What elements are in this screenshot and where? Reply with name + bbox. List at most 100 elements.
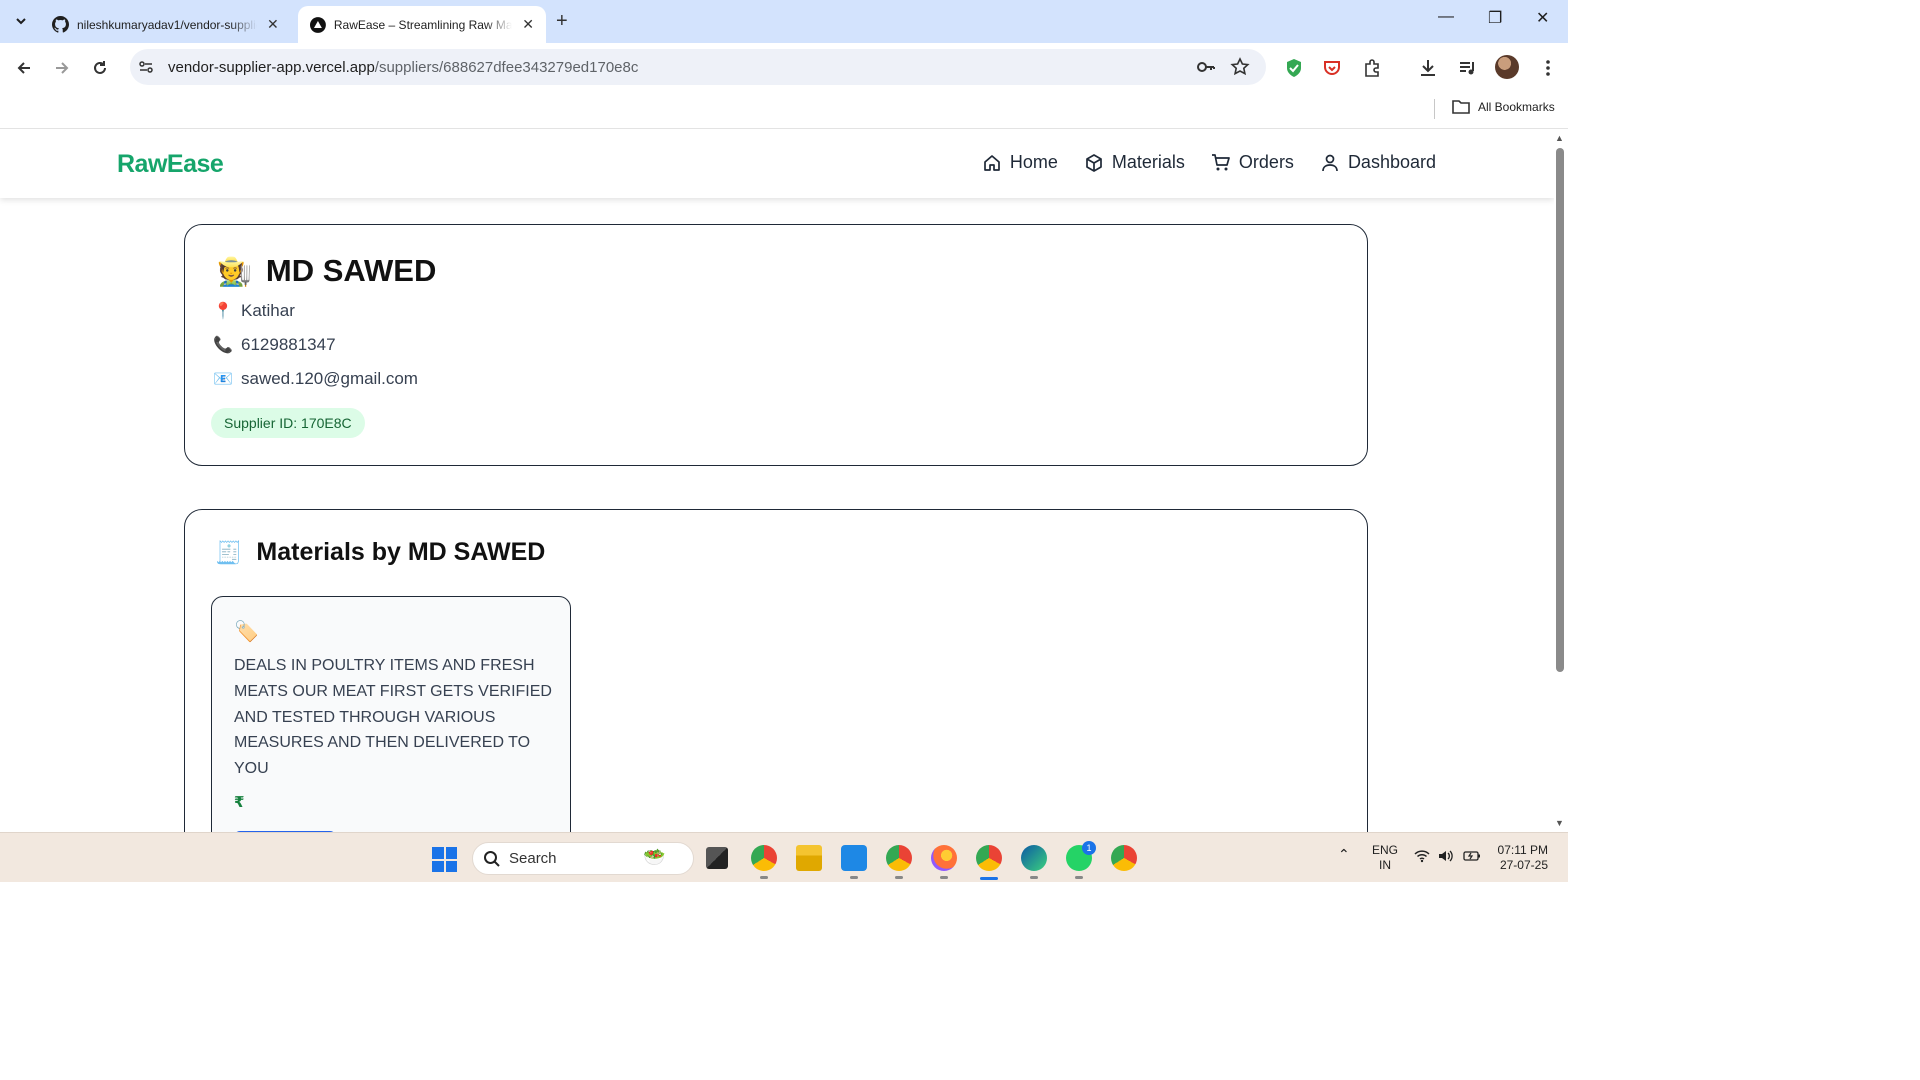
supplier-email-text: sawed.120@gmail.com bbox=[241, 369, 418, 388]
system-clock[interactable]: 07:11 PM 27-07-25 bbox=[1490, 843, 1548, 873]
reload-icon bbox=[94, 61, 106, 74]
minimize-button[interactable]: — bbox=[1438, 8, 1454, 26]
restore-button[interactable]: ❐ bbox=[1488, 8, 1502, 28]
taskbar-search[interactable]: Search 🥗 bbox=[472, 842, 694, 875]
star-icon[interactable] bbox=[1230, 57, 1250, 77]
windows-taskbar: Search 🥗 1 ⌃ ENG IN 07:11 PM 27-07-25 bbox=[0, 832, 1568, 882]
arrow-right-icon bbox=[56, 62, 69, 74]
url-path: /suppliers/688627dfee343279ed170e8c bbox=[374, 59, 639, 76]
github-icon bbox=[52, 16, 69, 33]
browser-toolbar: vendor-supplier-app.vercel.app/suppliers… bbox=[0, 43, 1568, 93]
scroll-down-arrow-icon[interactable]: ▼ bbox=[1555, 818, 1564, 828]
package-icon bbox=[1086, 153, 1102, 172]
taskbar-search-label: Search bbox=[509, 850, 557, 867]
scroll-up-arrow-icon[interactable]: ▲ bbox=[1555, 133, 1564, 143]
extensions-puzzle-icon[interactable] bbox=[1360, 56, 1384, 80]
chrome-canary-icon[interactable] bbox=[1111, 845, 1137, 871]
nav-dashboard-label: Dashboard bbox=[1347, 152, 1436, 172]
clock-time: 07:11 PM bbox=[1497, 843, 1548, 857]
active-app-indicator bbox=[980, 877, 998, 880]
bookmarks-divider bbox=[1434, 99, 1435, 119]
nav-home[interactable]: Home bbox=[982, 152, 1058, 173]
window-close-button[interactable]: ✕ bbox=[1536, 8, 1549, 28]
chrome-icon[interactable] bbox=[751, 845, 777, 879]
tab-close-icon[interactable]: ✕ bbox=[267, 16, 279, 33]
bookmarks-bar: All Bookmarks bbox=[0, 93, 1568, 129]
windows-logo-tile bbox=[432, 860, 444, 872]
download-icon[interactable] bbox=[1416, 56, 1440, 80]
tab-rawease[interactable]: RawEase – Streamlining Raw Materials ✕ bbox=[298, 6, 546, 43]
tray-chevron-up-icon[interactable]: ⌃ bbox=[1338, 847, 1350, 862]
all-bookmarks-label: All Bookmarks bbox=[1478, 100, 1555, 114]
site-nav: Home Materials Orders Dashboard bbox=[956, 152, 1436, 173]
material-card[interactable]: 🏷️ DEALS IN POULTRY ITEMS AND FRESH MEAT… bbox=[211, 596, 571, 832]
supplier-name: MD SAWED bbox=[265, 253, 437, 288]
chrome-active-icon[interactable] bbox=[976, 845, 1002, 871]
new-tab-button[interactable]: + bbox=[556, 10, 568, 33]
nav-orders[interactable]: Orders bbox=[1211, 152, 1294, 173]
search-highlight-icon: 🥗 bbox=[643, 847, 666, 867]
nav-materials[interactable]: Materials bbox=[1084, 152, 1185, 173]
page-scrollbar[interactable]: ▲ ▼ bbox=[1554, 130, 1568, 832]
task-view-icon[interactable] bbox=[706, 847, 728, 869]
language-code: ENG bbox=[1371, 843, 1398, 857]
shield-extension-icon[interactable] bbox=[1282, 56, 1306, 80]
profile-avatar[interactable] bbox=[1495, 55, 1519, 79]
address-bar[interactable]: vendor-supplier-app.vercel.app/suppliers… bbox=[130, 49, 1266, 85]
supplier-location-text: Katihar bbox=[241, 301, 295, 320]
pocket-extension-icon[interactable] bbox=[1320, 56, 1344, 80]
user-icon bbox=[1322, 154, 1338, 171]
wifi-icon[interactable] bbox=[1414, 849, 1430, 867]
windows-logo-tile bbox=[432, 847, 444, 859]
vercel-icon bbox=[310, 16, 326, 33]
farmer-icon: 🧑‍🌾 bbox=[217, 255, 252, 287]
region-code: IN bbox=[1379, 858, 1391, 872]
supplier-profile-card: 🧑‍🌾 MD SAWED 📍 Katihar 📞 6129881347 📧 sa… bbox=[184, 224, 1368, 466]
tab-search-button[interactable] bbox=[8, 8, 34, 34]
tag-icon: 🏷️ bbox=[234, 621, 259, 643]
pin-icon: 📍 bbox=[213, 303, 233, 320]
firefox-icon[interactable] bbox=[931, 845, 957, 879]
url-text: vendor-supplier-app.vercel.app/suppliers… bbox=[168, 59, 638, 76]
arrow-left-icon bbox=[17, 62, 30, 74]
key-icon[interactable] bbox=[1196, 58, 1216, 76]
chevron-down-icon bbox=[16, 18, 26, 25]
web-page: RawEase Home Materials Orders Dashboard … bbox=[0, 130, 1554, 832]
reload-button[interactable] bbox=[88, 56, 112, 80]
cart-icon bbox=[1211, 153, 1230, 170]
whatsapp-icon[interactable]: 1 bbox=[1066, 841, 1096, 879]
volume-icon[interactable] bbox=[1438, 849, 1454, 867]
chrome-profile-icon[interactable] bbox=[886, 845, 912, 879]
start-button[interactable] bbox=[432, 847, 457, 872]
vscode-icon[interactable] bbox=[841, 845, 867, 879]
language-indicator[interactable]: ENG IN bbox=[1370, 843, 1400, 873]
supplier-phone: 📞 6129881347 bbox=[213, 335, 336, 355]
site-logo[interactable]: RawEase bbox=[117, 150, 224, 179]
nav-materials-label: Materials bbox=[1111, 152, 1185, 172]
tab-close-icon[interactable]: ✕ bbox=[522, 16, 534, 33]
tab-title: nileshkumaryadav1/vendor-supplier-app bbox=[77, 17, 257, 32]
supplier-name-heading: 🧑‍🌾 MD SAWED bbox=[217, 253, 436, 289]
materials-heading-text: Materials by MD SAWED bbox=[256, 538, 546, 566]
battery-icon[interactable] bbox=[1463, 849, 1481, 867]
back-button[interactable] bbox=[12, 56, 36, 80]
email-icon: 📧 bbox=[213, 371, 233, 388]
site-info-icon[interactable] bbox=[138, 59, 154, 75]
whatsapp-badge: 1 bbox=[1082, 841, 1096, 855]
clock-date: 27-07-25 bbox=[1499, 858, 1548, 872]
edge-icon[interactable] bbox=[1021, 845, 1047, 879]
supplier-email: 📧 sawed.120@gmail.com bbox=[213, 369, 418, 389]
nav-dashboard[interactable]: Dashboard bbox=[1320, 152, 1436, 173]
browser-tabstrip: nileshkumaryadav1/vendor-supplier-app ✕ … bbox=[0, 0, 1568, 43]
tab-github[interactable]: nileshkumaryadav1/vendor-supplier-app ✕ bbox=[40, 6, 296, 43]
all-bookmarks-button[interactable]: All Bookmarks bbox=[1452, 99, 1555, 115]
phone-icon: 📞 bbox=[213, 337, 233, 354]
file-explorer-icon[interactable] bbox=[796, 845, 822, 871]
url-host: vendor-supplier-app.vercel.app bbox=[168, 59, 375, 76]
media-control-icon[interactable] bbox=[1456, 56, 1480, 80]
scrollbar-thumb[interactable] bbox=[1556, 148, 1564, 672]
tab-title: RawEase – Streamlining Raw Materials bbox=[333, 17, 513, 32]
kebab-menu-icon[interactable] bbox=[1536, 56, 1560, 80]
forward-button[interactable] bbox=[50, 56, 74, 80]
nav-orders-label: Orders bbox=[1238, 152, 1294, 172]
